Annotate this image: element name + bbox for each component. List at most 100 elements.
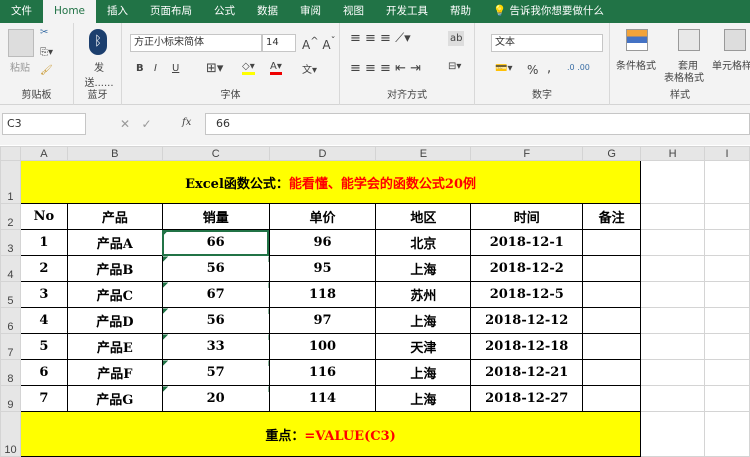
data-cell[interactable]: 7: [19, 385, 68, 412]
comma-button[interactable]: ,: [547, 61, 551, 76]
data-cell[interactable]: 97: [268, 307, 377, 334]
data-cell[interactable]: 2018-12-12: [470, 307, 584, 334]
cell[interactable]: [704, 281, 750, 308]
formula-input[interactable]: 66: [205, 113, 750, 135]
data-cell[interactable]: 116: [268, 359, 377, 386]
data-cell[interactable]: 56: [161, 255, 270, 282]
cell[interactable]: [640, 333, 705, 360]
phonetic-icon[interactable]: 文▾: [302, 61, 317, 76]
data-cell[interactable]: 产品E: [66, 333, 163, 360]
data-cell[interactable]: 天津: [375, 333, 472, 360]
data-cell[interactable]: 3: [19, 281, 68, 308]
data-cell[interactable]: [582, 281, 642, 308]
data-cell[interactable]: 上海: [375, 359, 472, 386]
tab-help[interactable]: 帮助: [439, 0, 482, 23]
copy-icon[interactable]: ⎘▾: [40, 47, 53, 58]
header-cell[interactable]: 销量: [161, 203, 270, 230]
column-header[interactable]: I: [704, 146, 750, 161]
data-cell[interactable]: [582, 333, 642, 360]
column-header[interactable]: F: [470, 146, 584, 161]
data-cell[interactable]: 上海: [375, 307, 472, 334]
data-cell[interactable]: 2018-12-1: [470, 229, 584, 256]
border-icon[interactable]: ⊞▾: [206, 61, 223, 76]
header-cell[interactable]: No: [19, 203, 68, 230]
data-cell[interactable]: 上海: [375, 255, 472, 282]
cell[interactable]: [704, 411, 750, 457]
row-header[interactable]: 7: [0, 333, 21, 360]
insert-function-button[interactable]: fx: [182, 117, 191, 128]
row-header[interactable]: 2: [0, 203, 21, 230]
bluetooth-icon[interactable]: ᛒ: [89, 29, 107, 55]
tab-view[interactable]: 视图: [332, 0, 375, 23]
tab-developer[interactable]: 开发工具: [375, 0, 439, 23]
conditional-format-button[interactable]: 条件格式: [616, 57, 656, 72]
cell[interactable]: [704, 203, 750, 230]
cell[interactable]: [640, 307, 705, 334]
row-header[interactable]: 4: [0, 255, 21, 282]
bold-button[interactable]: B: [136, 63, 144, 74]
vertical-align-icons[interactable]: ≡ ≡ ≡ ⟋▾: [350, 31, 411, 46]
row-header[interactable]: 10: [0, 411, 21, 457]
tab-data[interactable]: 数据: [246, 0, 289, 23]
data-cell[interactable]: 95: [268, 255, 377, 282]
row-header[interactable]: 8: [0, 359, 21, 386]
header-cell[interactable]: 产品: [66, 203, 163, 230]
data-cell[interactable]: 20: [161, 385, 270, 412]
column-header[interactable]: C: [161, 146, 270, 161]
horizontal-align-icons[interactable]: ≡ ≡ ≡ ⇤ ⇥: [350, 61, 421, 76]
data-cell[interactable]: 100: [268, 333, 377, 360]
data-cell[interactable]: 4: [19, 307, 68, 334]
data-cell[interactable]: 114: [268, 385, 377, 412]
data-cell[interactable]: 产品C: [66, 281, 163, 308]
data-cell[interactable]: 57: [161, 359, 270, 386]
footer-cell[interactable]: 重点：=VALUE(C3): [19, 411, 642, 457]
cell[interactable]: [704, 307, 750, 334]
column-header[interactable]: B: [66, 146, 163, 161]
column-header[interactable]: G: [582, 146, 642, 161]
data-cell[interactable]: 33: [161, 333, 270, 360]
tab-insert[interactable]: 插入: [96, 0, 139, 23]
data-cell[interactable]: 产品B: [66, 255, 163, 282]
currency-icon[interactable]: 💳▾: [495, 63, 512, 74]
data-cell[interactable]: 5: [19, 333, 68, 360]
row-header[interactable]: 3: [0, 229, 21, 256]
data-cell[interactable]: 2018-12-2: [470, 255, 584, 282]
row-header[interactable]: 5: [0, 281, 21, 308]
cell[interactable]: [704, 255, 750, 282]
data-cell[interactable]: 上海: [375, 385, 472, 412]
cell[interactable]: [640, 255, 705, 282]
data-cell[interactable]: 56: [161, 307, 270, 334]
cell[interactable]: [704, 160, 750, 204]
name-box[interactable]: C3: [2, 113, 86, 135]
column-header[interactable]: H: [640, 146, 705, 161]
title-cell[interactable]: Excel函数公式：能看懂、能学会的函数公式20例: [19, 160, 642, 204]
row-header[interactable]: 1: [0, 160, 21, 204]
data-cell[interactable]: 2018-12-27: [470, 385, 584, 412]
row-header[interactable]: 9: [0, 385, 21, 412]
fill-color-icon[interactable]: ◇▾: [242, 61, 255, 75]
cell[interactable]: [640, 359, 705, 386]
bluetooth-send-button[interactable]: 发送......: [82, 59, 116, 89]
italic-button[interactable]: I: [154, 63, 157, 74]
data-cell[interactable]: 6: [19, 359, 68, 386]
tell-me-search[interactable]: 💡 告诉我你想要做什么: [482, 0, 615, 23]
data-cell[interactable]: 产品A: [66, 229, 163, 256]
data-cell[interactable]: 苏州: [375, 281, 472, 308]
row-header[interactable]: 6: [0, 307, 21, 334]
header-cell[interactable]: 单价: [268, 203, 377, 230]
cell[interactable]: [640, 411, 705, 457]
tab-file[interactable]: 文件: [0, 0, 43, 23]
font-color-icon[interactable]: A▾: [270, 61, 282, 75]
data-cell[interactable]: 2018-12-5: [470, 281, 584, 308]
data-cell[interactable]: 96: [268, 229, 377, 256]
select-all-corner[interactable]: [0, 146, 21, 161]
data-cell[interactable]: 产品F: [66, 359, 163, 386]
data-cell[interactable]: 66: [161, 229, 270, 256]
cell[interactable]: [704, 385, 750, 412]
font-name-select[interactable]: 方正小标宋简体: [130, 34, 262, 52]
tab-review[interactable]: 审阅: [289, 0, 332, 23]
paste-icon[interactable]: [8, 29, 34, 57]
format-painter-icon[interactable]: 🖌: [40, 65, 53, 76]
cell[interactable]: [704, 359, 750, 386]
increase-font-icon[interactable]: A^ Aˇ: [302, 36, 336, 52]
